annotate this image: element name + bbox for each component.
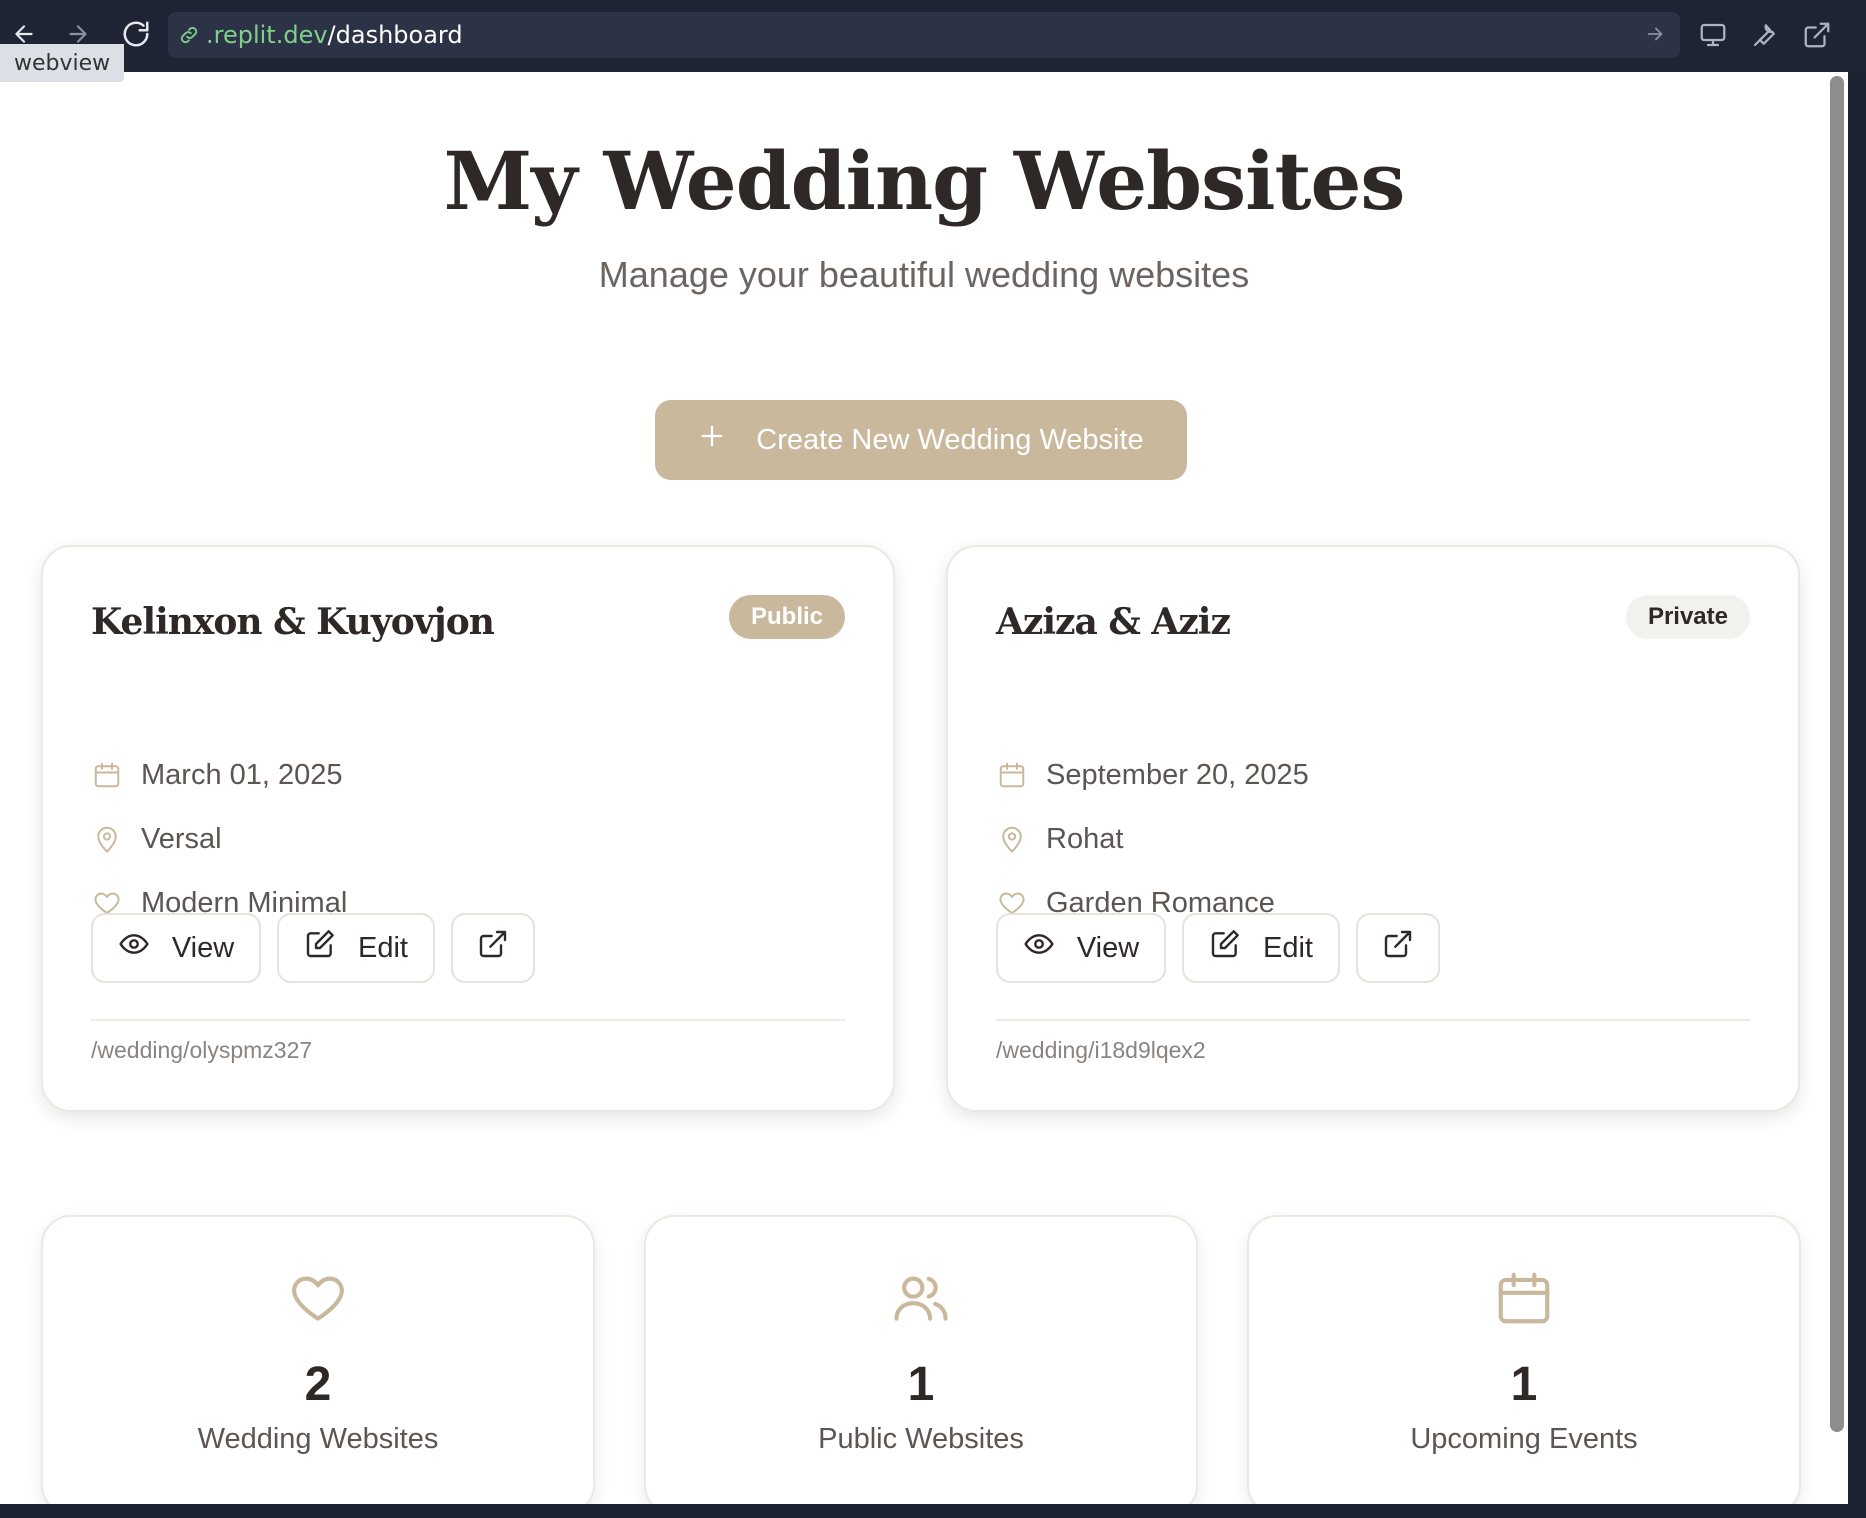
date-row: March 01, 2025 [91,755,343,795]
plus-icon [698,422,726,458]
open-website-button[interactable] [1356,913,1440,983]
website-location: Rohat [1046,822,1124,855]
stat-value: 1 [907,1358,935,1411]
stat-label: Wedding Websites [197,1423,439,1455]
card-divider [91,1019,845,1021]
browser-toolbar: .replit.dev/dashboard [0,0,1866,72]
page-title: My Wedding Websites [443,134,1406,228]
external-link-icon [1382,928,1414,968]
link-icon [178,24,200,46]
date-row: September 20, 2025 [996,755,1309,795]
website-card: Aziza & Aziz Private September 20, 2025 … [946,545,1800,1112]
status-badge: Public [728,595,845,639]
stat-card-websites: 2 Wedding Websites [41,1215,595,1504]
calendar-icon [996,759,1028,791]
create-website-button[interactable]: Create New Wedding Website [655,400,1187,480]
open-external-icon[interactable] [1798,16,1836,54]
users-icon [646,1267,1196,1329]
map-pin-icon [91,823,123,855]
devices-icon[interactable] [1694,16,1732,54]
stat-value: 1 [1510,1358,1538,1411]
website-title: Kelinxon & Kuyovjon [91,601,495,643]
view-label: View [1076,931,1140,964]
edit-icon [1209,928,1241,968]
website-url: /wedding/i18d9lqex2 [996,1037,1206,1063]
calendar-icon [91,759,123,791]
edit-icon [304,928,336,968]
dashboard-page: My Wedding Websites Manage your beautifu… [0,72,1848,1504]
edit-button[interactable]: Edit [1182,913,1340,983]
stat-label: Upcoming Events [1410,1423,1638,1455]
website-url: /wedding/olyspmz327 [91,1037,313,1063]
edit-button[interactable]: Edit [277,913,435,983]
website-title: Aziza & Aziz [996,601,1231,643]
wrench-icon[interactable] [1746,16,1784,54]
website-date: September 20, 2025 [1046,758,1309,791]
go-arrow-icon[interactable] [1644,23,1666,45]
calendar-icon [1249,1267,1799,1329]
map-pin-icon [996,823,1028,855]
location-row: Versal [91,819,222,859]
card-divider [996,1019,1750,1021]
url-domain: .replit.dev [206,21,328,49]
url-path: /dashboard [327,21,463,49]
page-subtitle: Manage your beautiful wedding websites [598,254,1250,295]
external-link-icon [477,928,509,968]
open-website-button[interactable] [451,913,535,983]
view-label: View [171,931,235,964]
address-bar[interactable]: .replit.dev/dashboard [168,12,1680,58]
website-card: Kelinxon & Kuyovjon Public March 01, 202… [41,545,895,1112]
view-button[interactable]: View [91,913,261,983]
page-scrollbar[interactable] [1830,76,1844,1432]
stat-value: 2 [304,1358,332,1411]
stat-card-public: 1 Public Websites [644,1215,1198,1504]
view-button[interactable]: View [996,913,1166,983]
status-badge: Private [1625,595,1750,639]
website-date: March 01, 2025 [141,758,343,791]
edit-label: Edit [1263,931,1313,964]
create-website-label: Create New Wedding Website [756,423,1144,456]
eye-icon [1023,928,1055,968]
webview-label: webview [0,44,125,82]
edit-label: Edit [358,931,408,964]
stat-label: Public Websites [818,1423,1024,1455]
website-location: Versal [141,822,222,855]
eye-icon [118,928,150,968]
stat-card-events: 1 Upcoming Events [1247,1215,1801,1504]
location-row: Rohat [996,819,1123,859]
heart-icon [43,1267,593,1329]
